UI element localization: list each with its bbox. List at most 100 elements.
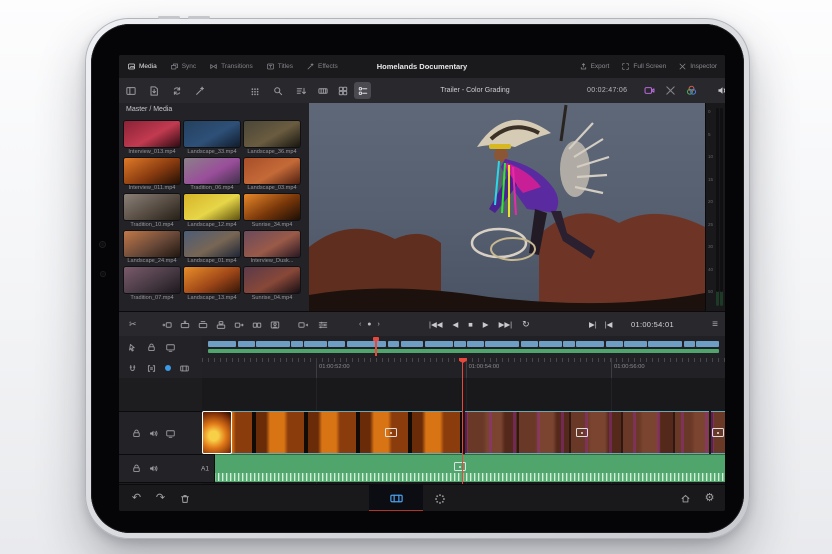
wand-icon[interactable] bbox=[194, 85, 206, 97]
step-back-button[interactable]: ◀ bbox=[452, 320, 458, 329]
cut-page-icon[interactable] bbox=[389, 491, 404, 506]
media-clip[interactable]: Landscape_12.mp4 bbox=[182, 193, 242, 230]
display-icon[interactable] bbox=[165, 342, 176, 353]
color-wheel-icon[interactable] bbox=[685, 84, 698, 97]
overwrite-clip-icon[interactable] bbox=[179, 319, 191, 331]
media-clip[interactable]: Landscape_01.mp4 bbox=[182, 230, 242, 267]
breadcrumb[interactable]: Master / Media bbox=[126, 106, 172, 113]
media-clip[interactable]: Tradition_06.mp4 bbox=[182, 157, 242, 194]
speaker-icon[interactable] bbox=[148, 463, 159, 474]
clip-bracket-icon[interactable] bbox=[146, 363, 157, 374]
stop-button[interactable]: ■ bbox=[468, 320, 473, 329]
append-clip-icon[interactable] bbox=[233, 319, 245, 331]
playhead[interactable] bbox=[461, 358, 464, 484]
lock-icon[interactable] bbox=[131, 463, 142, 474]
place-on-top-icon[interactable] bbox=[215, 319, 227, 331]
inspector-icon[interactable] bbox=[678, 62, 687, 71]
jog-control[interactable]: ‹ ● › bbox=[359, 312, 382, 337]
effects-icon[interactable] bbox=[306, 62, 315, 71]
transform-icon[interactable] bbox=[664, 84, 677, 97]
strip-view-button[interactable] bbox=[314, 82, 331, 99]
thumb-view-button[interactable] bbox=[334, 82, 351, 99]
tab-media[interactable]: Media bbox=[127, 62, 157, 71]
media-clip[interactable]: Interview_Dusk... bbox=[242, 230, 302, 267]
speaker-icon[interactable] bbox=[716, 84, 725, 97]
grid-view-icon[interactable] bbox=[249, 85, 261, 97]
media-icon[interactable] bbox=[127, 62, 136, 71]
relink-icon[interactable] bbox=[171, 85, 183, 97]
play-from-in-button[interactable]: |◀ bbox=[605, 320, 613, 329]
speaker-icon[interactable] bbox=[148, 428, 159, 439]
media-clip[interactable]: Landscape_13.mp4 bbox=[182, 266, 242, 303]
play-to-out-button[interactable]: ▶| bbox=[589, 320, 597, 329]
strip-view-icon[interactable] bbox=[317, 85, 329, 97]
source-preview-icon[interactable] bbox=[297, 319, 309, 331]
mixer-icon[interactable] bbox=[317, 319, 329, 331]
display-icon[interactable] bbox=[165, 428, 176, 439]
marker-dot-icon[interactable] bbox=[165, 365, 171, 371]
tab-titles[interactable]: Titles bbox=[266, 62, 293, 71]
video-clip-sunset[interactable] bbox=[202, 411, 463, 454]
go-to-last-frame-button[interactable]: ▶▶| bbox=[499, 320, 512, 329]
media-clip[interactable]: Tradition_10.mp4 bbox=[122, 193, 182, 230]
sync-icon[interactable] bbox=[170, 62, 179, 71]
replace-clip-icon[interactable] bbox=[197, 319, 209, 331]
timeline-minimap[interactable] bbox=[202, 336, 725, 359]
sort-icon[interactable] bbox=[295, 85, 307, 97]
transitions-icon[interactable] bbox=[209, 62, 218, 71]
fullscreen-icon[interactable] bbox=[621, 62, 630, 71]
redo-icon[interactable]: ↷ bbox=[155, 493, 166, 504]
tab-effects[interactable]: Effects bbox=[306, 62, 338, 71]
ripple-overwrite-icon[interactable] bbox=[251, 319, 263, 331]
list-view-button[interactable] bbox=[354, 82, 371, 99]
trash-icon[interactable] bbox=[179, 493, 191, 505]
close-up-icon[interactable] bbox=[269, 319, 281, 331]
media-clip[interactable]: Sunrise_04.mp4 bbox=[242, 266, 302, 303]
color-page-icon[interactable] bbox=[433, 492, 447, 506]
home-icon[interactable] bbox=[680, 493, 691, 504]
selected-clip-thumbnail[interactable] bbox=[202, 411, 232, 454]
minimap-playhead[interactable] bbox=[373, 337, 380, 356]
clip-camera-icon[interactable] bbox=[643, 84, 656, 97]
list-view-icon[interactable] bbox=[357, 85, 369, 97]
export-icon[interactable] bbox=[579, 62, 588, 71]
play-button[interactable]: ▶ bbox=[483, 320, 489, 329]
tab-transitions[interactable]: Transitions bbox=[209, 62, 253, 71]
lock-icon[interactable] bbox=[146, 342, 157, 353]
go-to-first-frame-button[interactable]: |◀◀ bbox=[429, 320, 442, 329]
import-icon[interactable] bbox=[148, 85, 160, 97]
media-clip[interactable]: Landscape_24.mp4 bbox=[122, 230, 182, 267]
color-page-tab[interactable] bbox=[423, 485, 457, 511]
timeline-track-lane[interactable] bbox=[202, 378, 725, 484]
tab-sync[interactable]: Sync bbox=[170, 62, 196, 71]
inspector-button[interactable]: Inspector bbox=[678, 62, 717, 71]
media-clip[interactable]: Tradition_07.mp4 bbox=[122, 266, 182, 303]
ipad-device: Media Sync Transitions Titles Effects Homela… bbox=[85, 16, 750, 539]
media-clip-name: Tradition_10.mp4 bbox=[130, 221, 174, 228]
undo-icon[interactable]: ↶ bbox=[131, 493, 142, 504]
settings-icon[interactable]: ⚙ bbox=[704, 493, 715, 504]
thumb-view-icon[interactable] bbox=[337, 85, 349, 97]
razor-icon[interactable]: ✂ bbox=[129, 312, 137, 337]
media-clip[interactable]: Interview_011.mp4 bbox=[122, 157, 182, 194]
trim-tool-icon[interactable] bbox=[127, 342, 138, 353]
snap-magnet-icon[interactable] bbox=[127, 363, 138, 374]
full-screen-button[interactable]: Full Screen bbox=[621, 62, 666, 71]
cut-page-tab[interactable] bbox=[369, 485, 423, 511]
bin-icon[interactable] bbox=[125, 85, 137, 97]
viewer-timeline-selector[interactable]: Trailer - Color Grading bbox=[371, 78, 579, 103]
media-clip[interactable]: Interview_013.mp4 bbox=[122, 120, 182, 157]
search-icon[interactable] bbox=[272, 85, 284, 97]
media-clip[interactable]: Landscape_03.mp4 bbox=[242, 157, 302, 194]
export-button[interactable]: Export bbox=[579, 62, 609, 71]
media-clip[interactable]: Sunrise_34.mp4 bbox=[242, 193, 302, 230]
media-clip[interactable]: Landscape_36.mp4 bbox=[242, 120, 302, 157]
viewer-video[interactable] bbox=[309, 103, 705, 311]
titles-icon[interactable] bbox=[266, 62, 275, 71]
media-clip[interactable]: Landscape_33.mp4 bbox=[182, 120, 242, 157]
lock-icon[interactable] bbox=[131, 428, 142, 439]
loop-button[interactable]: ↻ bbox=[522, 319, 530, 330]
film-icon[interactable] bbox=[179, 363, 190, 374]
insert-clip-icon[interactable] bbox=[161, 319, 173, 331]
timeline-options-menu[interactable]: ≡ bbox=[712, 312, 718, 337]
